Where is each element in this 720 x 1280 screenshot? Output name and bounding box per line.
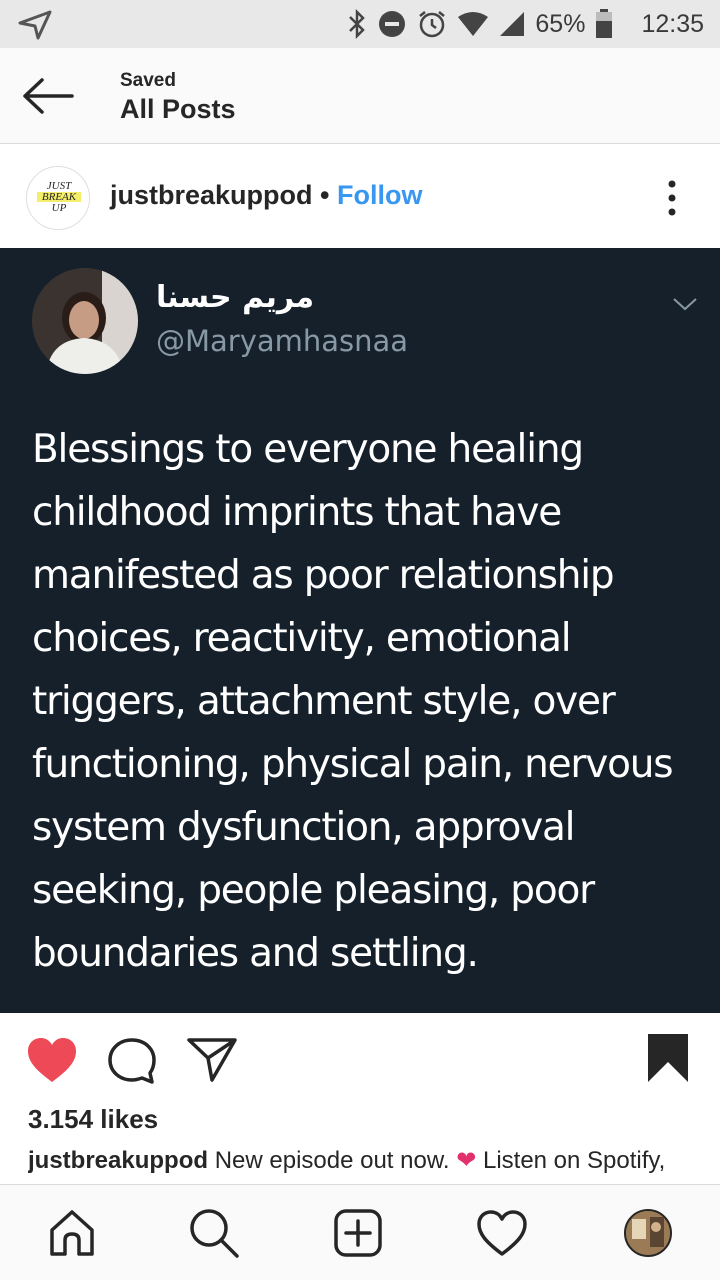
caption-text-continued: Listen on Spotify, (482, 1147, 666, 1174)
tweet-line: Blessings to everyone healing (32, 427, 584, 472)
tweet-handle: @Maryamhasnaa (156, 324, 409, 358)
chevron-down-icon (672, 296, 698, 317)
just-break-up-logo: JUST BREAK UP (27, 167, 89, 229)
tweet-line: seeking, people pleasing, poor (32, 868, 595, 913)
new-post-icon[interactable] (330, 1205, 386, 1261)
post-header: JUST BREAK UP justbreakuppod • Follow (0, 150, 720, 246)
back-arrow-icon[interactable] (20, 76, 76, 116)
header-subtitle: Saved (120, 70, 176, 91)
like-heart-icon[interactable] (26, 1036, 78, 1089)
tweet-author-avatar (32, 268, 138, 374)
share-direct-icon[interactable] (186, 1036, 238, 1089)
save-bookmark-icon[interactable] (646, 1032, 690, 1089)
alarm-icon (417, 9, 447, 39)
follow-button[interactable]: Follow (337, 180, 422, 210)
tweet-line: manifested as poor relationship (32, 553, 615, 598)
tweet-text: Blessings to everyone healing childhood … (32, 418, 692, 985)
post-image-tweet[interactable]: مريم حسنا @Maryamhasnaa Blessings to eve… (0, 248, 720, 1013)
post-caption: justbreakuppod New episode out now. ❤ Li… (28, 1146, 708, 1186)
more-options-icon[interactable] (660, 178, 684, 218)
clock: 12:35 (641, 9, 704, 38)
post-actions (0, 1014, 720, 1106)
tweet-line: triggers, attachment style, over (32, 679, 616, 724)
heart-emoji-icon: ❤ (456, 1147, 477, 1174)
tweet-line: system dysfunction, approval (32, 805, 576, 850)
svg-text:UP: UP (52, 202, 67, 214)
tweet-line: boundaries and settling. (32, 931, 479, 976)
post-author-avatar[interactable]: JUST BREAK UP (26, 166, 90, 230)
status-bar: 65% 12:35 (0, 0, 720, 48)
home-icon[interactable] (44, 1205, 100, 1261)
comment-icon[interactable] (106, 1036, 158, 1091)
battery-percent: 65% (535, 9, 586, 38)
caption-text: New episode out now. (214, 1147, 450, 1174)
separator-dot: • (320, 180, 330, 210)
caption-username[interactable]: justbreakuppod (28, 1147, 208, 1174)
signal-icon (499, 11, 525, 37)
activity-heart-icon[interactable] (474, 1205, 530, 1261)
wifi-icon (457, 11, 489, 37)
tweet-line: childhood imprints that have (32, 490, 562, 535)
profile-avatar[interactable] (620, 1205, 676, 1261)
post-author: justbreakuppod • Follow (110, 180, 422, 211)
navigation-arrow-icon (18, 10, 52, 45)
page-title: All Posts (120, 94, 236, 124)
tweet-line: functioning, physical pain, nervous (32, 742, 674, 787)
post-username[interactable]: justbreakuppod (110, 180, 313, 210)
tweet-line: choices, reactivity, emotional (32, 616, 572, 661)
battery-icon (595, 9, 613, 39)
app-header: Saved All Posts (0, 48, 720, 144)
bottom-navigation (0, 1184, 720, 1280)
tweet-display-name: مريم حسنا (156, 280, 315, 315)
likes-count[interactable]: 3.154 likes (28, 1104, 158, 1135)
do-not-disturb-icon (377, 9, 407, 39)
search-icon[interactable] (186, 1205, 242, 1261)
bluetooth-icon (347, 9, 367, 39)
